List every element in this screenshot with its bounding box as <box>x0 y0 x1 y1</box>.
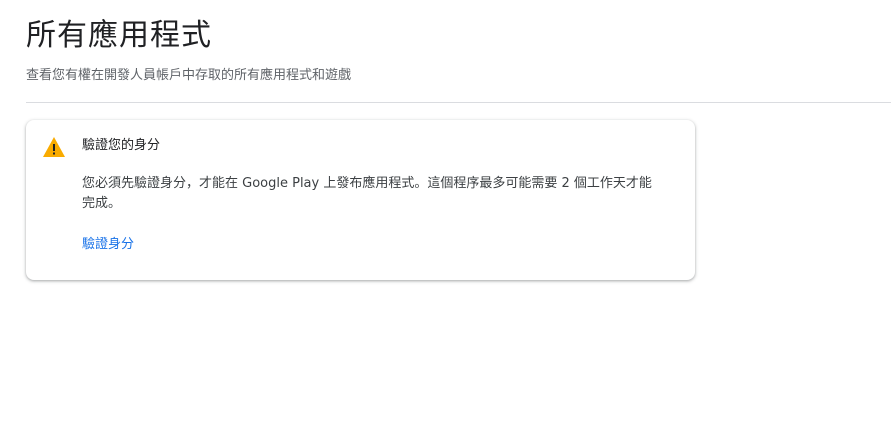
warning-icon <box>42 136 66 158</box>
card-title: 驗證您的身分 <box>82 138 161 153</box>
verify-identity-link[interactable]: 驗證身分 <box>82 235 134 255</box>
verify-identity-card: 驗證您的身分 您必須先驗證身分，才能在 Google Play 上發布應用程式。… <box>26 120 695 280</box>
card-body-text: 您必須先驗證身分，才能在 Google Play 上發布應用程式。這個程序最多可… <box>82 176 652 211</box>
page: 所有應用程式 查看您有權在開發人員帳戶中存取的所有應用程式和遊戲 驗證您的身分 … <box>0 0 891 442</box>
page-subtitle: 查看您有權在開發人員帳戶中存取的所有應用程式和遊戲 <box>26 68 352 83</box>
header-divider <box>26 102 891 103</box>
page-title: 所有應用程式 <box>26 18 212 53</box>
